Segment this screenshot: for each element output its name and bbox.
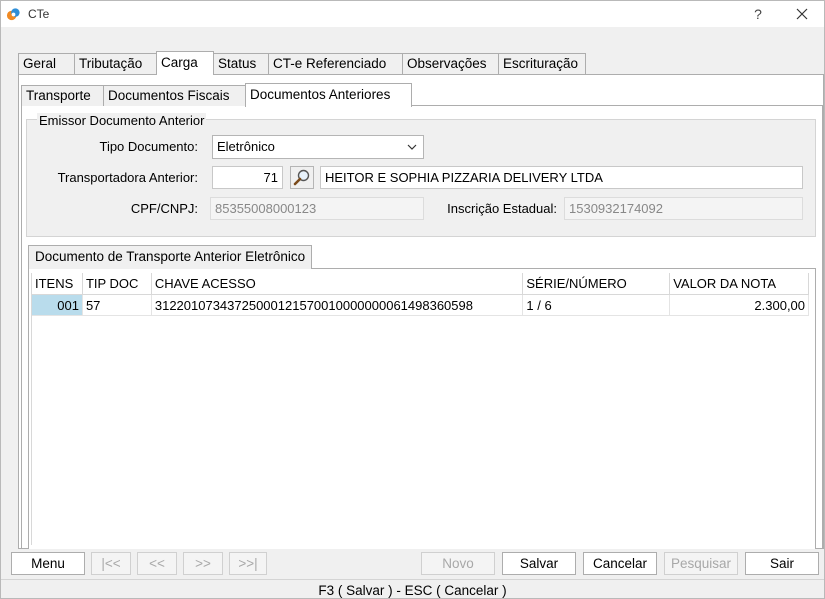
inscricao-estadual-field: 1530932174092 — [564, 197, 803, 220]
tab-carga[interactable]: Carga — [156, 51, 214, 75]
transportadora-code-input[interactable]: 71 — [212, 166, 283, 189]
chevron-down-icon — [407, 144, 417, 150]
main-tabs: Geral Tributação Carga Status CT-e Refer… — [18, 51, 586, 75]
col-valor-nota[interactable]: VALOR DA NOTA — [670, 273, 810, 294]
next-record-button[interactable]: >> — [183, 552, 223, 575]
last-record-button[interactable]: >>| — [229, 552, 267, 575]
cell-valor-nota[interactable]: 2.300,00 — [670, 295, 810, 315]
cell-itens[interactable]: 001 — [32, 295, 83, 315]
close-button[interactable] — [787, 4, 817, 24]
tab-documentos-fiscais[interactable]: Documentos Fiscais — [103, 85, 246, 106]
cancelar-button[interactable]: Cancelar — [583, 552, 657, 575]
tipo-documento-label: Tipo Documento: — [99, 139, 198, 154]
app-logo-icon — [6, 8, 20, 21]
help-button[interactable]: ? — [745, 4, 771, 24]
tab-status[interactable]: Status — [213, 53, 269, 74]
previous-record-button[interactable]: << — [137, 552, 177, 575]
first-record-button[interactable]: |<< — [91, 552, 131, 575]
transportadora-name-input[interactable]: HEITOR E SOPHIA PIZZARIA DELIVERY LTDA — [320, 166, 803, 189]
transportadora-search-button[interactable] — [290, 166, 314, 189]
tab-escrituracao[interactable]: Escrituração — [498, 53, 586, 74]
col-itens[interactable]: ITENS — [32, 273, 83, 294]
sub-tabs: Transporte Documentos Fiscais Documentos… — [21, 83, 412, 107]
salvar-button[interactable]: Salvar — [502, 552, 576, 575]
cell-serie-numero[interactable]: 1 / 6 — [523, 295, 671, 315]
status-bar: F3 ( Salvar ) - ESC ( Cancelar ) — [1, 579, 824, 599]
cell-tip-doc[interactable]: 57 — [83, 295, 152, 315]
window-title: CTe — [28, 7, 50, 21]
col-chave-acesso[interactable]: CHAVE ACESSO — [152, 273, 524, 294]
title-bar: CTe ? — [1, 1, 824, 27]
menu-button[interactable]: Menu — [11, 552, 85, 575]
col-tip-doc[interactable]: TIP DOC — [83, 273, 152, 294]
pesquisar-button[interactable]: Pesquisar — [664, 552, 738, 575]
tab-documento-transporte-anterior[interactable]: Documento de Transporte Anterior Eletrôn… — [28, 245, 313, 269]
grid-header: ITENS TIP DOC CHAVE ACESSO SÉRIE/NÚMERO … — [32, 273, 810, 295]
tab-observacoes[interactable]: Observações — [402, 53, 499, 74]
inscricao-estadual-label: Inscrição Estadual: — [447, 201, 557, 216]
tipo-documento-select[interactable]: Eletrônico — [212, 135, 424, 159]
cell-chave-acesso[interactable]: 3122010734372500012157001000000006149836… — [152, 295, 524, 315]
tab-tributacao[interactable]: Tributação — [74, 53, 157, 74]
search-icon — [293, 169, 310, 186]
transportadora-label: Transportadora Anterior: — [57, 170, 198, 185]
table-row[interactable]: 001 57 312201073437250001215700100000000… — [32, 295, 810, 316]
sair-button[interactable]: Sair — [745, 552, 819, 575]
tab-geral[interactable]: Geral — [18, 53, 75, 74]
tab-cte-referenciado[interactable]: CT-e Referenciado — [268, 53, 403, 74]
tab-documentos-anteriores[interactable]: Documentos Anteriores — [245, 83, 412, 107]
cpf-cnpj-field: 85355008000123 — [210, 197, 424, 220]
cte-window: CTe ? Geral Tributação Carga Status CT-e… — [0, 0, 825, 599]
documentos-grid[interactable]: ITENS TIP DOC CHAVE ACESSO SÉRIE/NÚMERO … — [31, 273, 810, 545]
emissor-legend: Emissor Documento Anterior — [37, 113, 207, 128]
tab-transporte[interactable]: Transporte — [21, 85, 104, 106]
close-icon — [796, 8, 808, 20]
cpf-cnpj-label: CPF/CNPJ: — [130, 201, 198, 216]
tipo-documento-value: Eletrônico — [217, 139, 275, 154]
novo-button[interactable]: Novo — [421, 552, 495, 575]
col-serie-numero[interactable]: SÉRIE/NÚMERO — [523, 273, 671, 294]
